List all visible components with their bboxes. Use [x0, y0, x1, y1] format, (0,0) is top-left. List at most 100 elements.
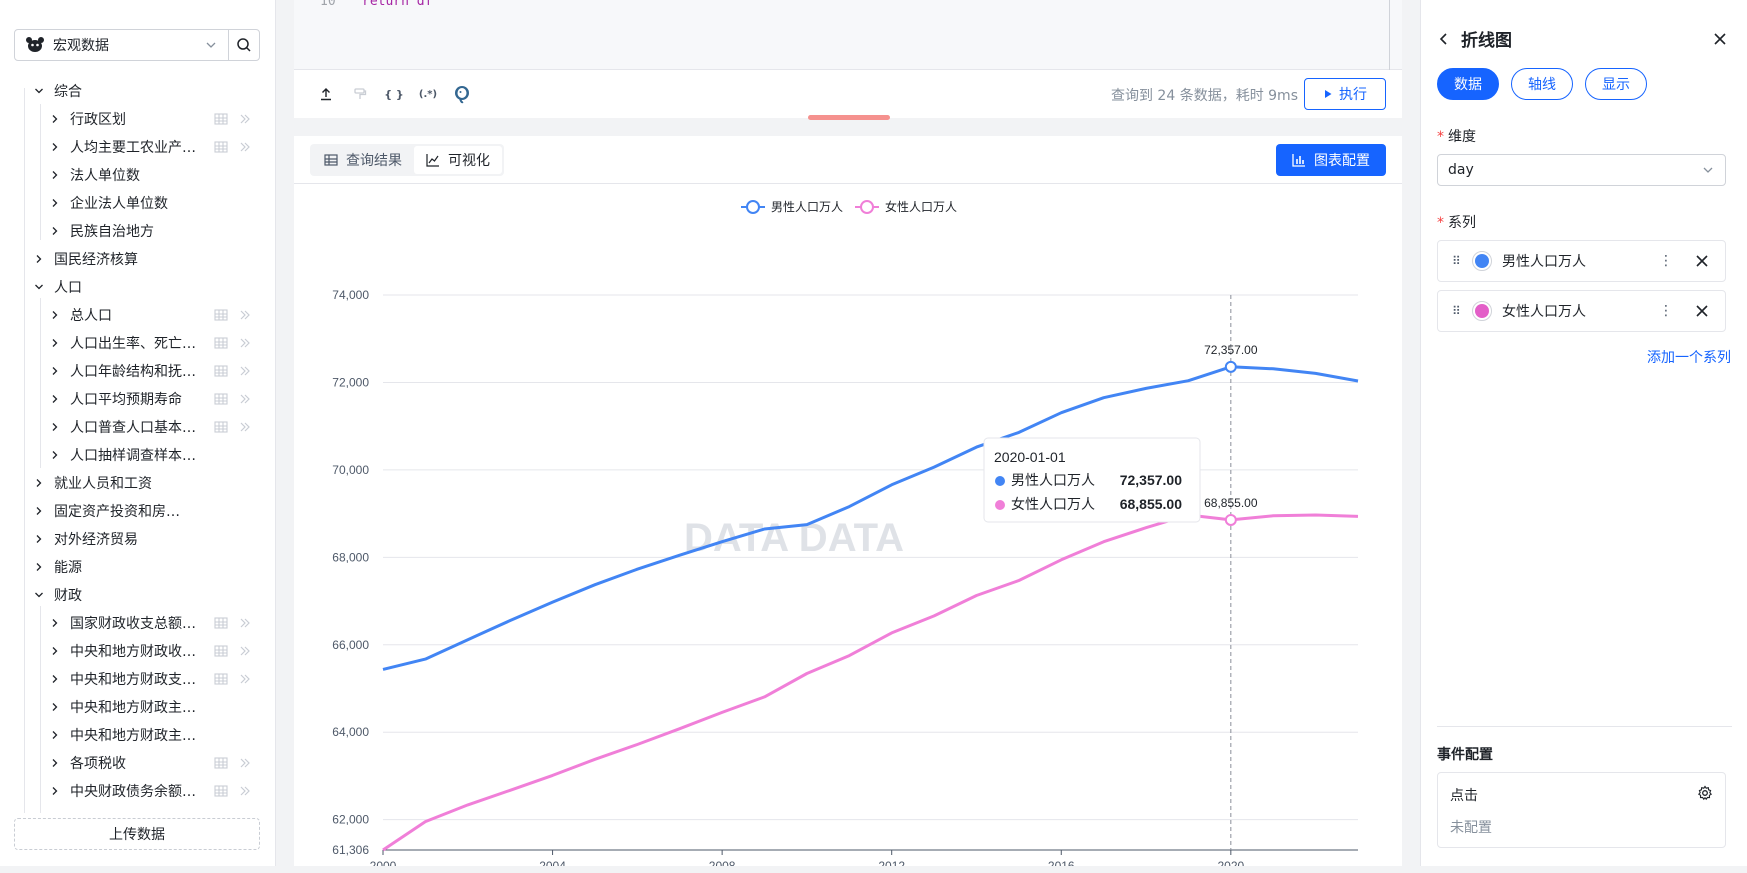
gear-icon[interactable]: [1697, 785, 1713, 801]
chevron-right-icon[interactable]: [48, 364, 62, 378]
upload-icon[interactable]: [316, 84, 336, 104]
format-brush-icon[interactable]: [350, 84, 370, 104]
chevron-right-icon[interactable]: [32, 476, 46, 490]
series-item[interactable]: ⠿ 男性人口万人 ⋮: [1437, 240, 1726, 282]
chevron-right-icon[interactable]: [48, 700, 62, 714]
more-icon[interactable]: ⋮: [1659, 303, 1673, 319]
tree-item[interactable]: 国家财政收支总额及...: [0, 609, 276, 637]
tree-item[interactable]: 企业法人单位数: [0, 189, 276, 217]
drag-handle-icon[interactable]: ⠿: [1452, 304, 1464, 318]
chevron-right-icon[interactable]: [48, 420, 62, 434]
data-point[interactable]: [1224, 360, 1237, 373]
color-picker[interactable]: [1472, 301, 1492, 321]
chevron-right-icon[interactable]: [32, 252, 46, 266]
close-icon[interactable]: [1713, 32, 1727, 46]
tree-item[interactable]: 中央和地方财政支出...: [0, 665, 276, 693]
double-chevron-right-icon[interactable]: [238, 140, 252, 154]
tree-item[interactable]: 人均主要工农业产品...: [0, 133, 276, 161]
chevron-right-icon[interactable]: [48, 140, 62, 154]
run-button[interactable]: 执行: [1304, 78, 1386, 110]
tree-item[interactable]: 行政区划: [0, 105, 276, 133]
tree-item[interactable]: 中央和地方财政主要收入项目: [0, 693, 276, 721]
double-chevron-right-icon[interactable]: [238, 336, 252, 350]
code-editor[interactable]: 10 return df: [294, 0, 1402, 70]
tree-item[interactable]: 能源: [0, 553, 276, 581]
tree-item[interactable]: 人口平均预期寿命: [0, 385, 276, 413]
table-icon[interactable]: [214, 308, 228, 322]
tree-item[interactable]: 人口年龄结构和抚养...: [0, 357, 276, 385]
chevron-right-icon[interactable]: [48, 336, 62, 350]
search-button[interactable]: [228, 29, 260, 61]
table-icon[interactable]: [214, 672, 228, 686]
more-icon[interactable]: ⋮: [1659, 253, 1673, 269]
table-icon[interactable]: [214, 616, 228, 630]
tree-item[interactable]: 人口普查人口基本情...: [0, 413, 276, 441]
tree-item[interactable]: 总人口: [0, 301, 276, 329]
remove-series-icon[interactable]: [1695, 254, 1709, 268]
tree-item[interactable]: 民族自治地方: [0, 217, 276, 245]
color-picker[interactable]: [1472, 251, 1492, 271]
table-icon[interactable]: [214, 364, 228, 378]
tree-item[interactable]: 人口抽样调查样本数据: [0, 441, 276, 469]
chevron-right-icon[interactable]: [48, 308, 62, 322]
double-chevron-right-icon[interactable]: [238, 784, 252, 798]
table-icon[interactable]: [214, 112, 228, 126]
braces-icon[interactable]: { }: [384, 84, 404, 104]
drag-handle-icon[interactable]: ⠿: [1452, 254, 1464, 268]
chevron-right-icon[interactable]: [32, 560, 46, 574]
double-chevron-right-icon[interactable]: [238, 420, 252, 434]
chevron-right-icon[interactable]: [48, 616, 62, 630]
chevron-right-icon[interactable]: [48, 448, 62, 462]
back-arrow-icon[interactable]: [1437, 32, 1451, 46]
chevron-right-icon[interactable]: [32, 504, 46, 518]
chevron-down-icon[interactable]: [32, 588, 46, 602]
chevron-right-icon[interactable]: [48, 756, 62, 770]
tab-axis[interactable]: 轴线: [1511, 68, 1573, 100]
chevron-right-icon[interactable]: [48, 168, 62, 182]
tree-item[interactable]: 固定资产投资和房地产: [0, 497, 276, 525]
datasource-select[interactable]: 宏观数据: [14, 29, 229, 61]
chevron-right-icon[interactable]: [32, 532, 46, 546]
tree-item[interactable]: 各项税收: [0, 749, 276, 777]
chevron-right-icon[interactable]: [48, 644, 62, 658]
double-chevron-right-icon[interactable]: [238, 364, 252, 378]
chart-config-button[interactable]: 图表配置: [1276, 144, 1386, 176]
chevron-right-icon[interactable]: [48, 784, 62, 798]
tree-item[interactable]: 就业人员和工资: [0, 469, 276, 497]
double-chevron-right-icon[interactable]: [238, 392, 252, 406]
regex-icon[interactable]: (.*): [418, 84, 438, 104]
double-chevron-right-icon[interactable]: [238, 308, 252, 322]
data-point[interactable]: [1224, 513, 1237, 526]
double-chevron-right-icon[interactable]: [238, 756, 252, 770]
resize-handle[interactable]: [808, 115, 890, 120]
code-line[interactable]: return df: [362, 0, 432, 9]
chevron-right-icon[interactable]: [48, 112, 62, 126]
postgresql-icon[interactable]: [452, 84, 472, 104]
chevron-right-icon[interactable]: [48, 672, 62, 686]
dimension-select[interactable]: day: [1437, 154, 1726, 186]
table-icon[interactable]: [214, 784, 228, 798]
editor-scrollbar[interactable]: [1389, 0, 1390, 70]
legend-marker[interactable]: [860, 200, 874, 214]
tree-item[interactable]: 中央财政债务余额情...: [0, 777, 276, 805]
remove-series-icon[interactable]: [1695, 304, 1709, 318]
tree-item[interactable]: 财政: [0, 581, 276, 609]
tab-display[interactable]: 显示: [1585, 68, 1647, 100]
chevron-right-icon[interactable]: [48, 196, 62, 210]
double-chevron-right-icon[interactable]: [238, 616, 252, 630]
line-chart[interactable]: 61,306 62,000 64,000 66,000 68,000 70,000 72,0…: [294, 184, 1402, 866]
series-item[interactable]: ⠿ 女性人口万人 ⋮: [1437, 290, 1726, 332]
add-series-link[interactable]: 添加一个系列: [1647, 347, 1731, 367]
legend-marker[interactable]: [746, 200, 760, 214]
double-chevron-right-icon[interactable]: [238, 672, 252, 686]
chevron-right-icon[interactable]: [48, 728, 62, 742]
tab-query-result[interactable]: 查询结果: [312, 146, 414, 174]
tree-item[interactable]: 中央和地方财政收入...: [0, 637, 276, 665]
chevron-right-icon[interactable]: [48, 392, 62, 406]
chevron-down-icon[interactable]: [32, 280, 46, 294]
double-chevron-right-icon[interactable]: [238, 644, 252, 658]
double-chevron-right-icon[interactable]: [238, 112, 252, 126]
table-icon[interactable]: [214, 756, 228, 770]
series-line-2[interactable]: [382, 513, 1359, 852]
table-icon[interactable]: [214, 336, 228, 350]
